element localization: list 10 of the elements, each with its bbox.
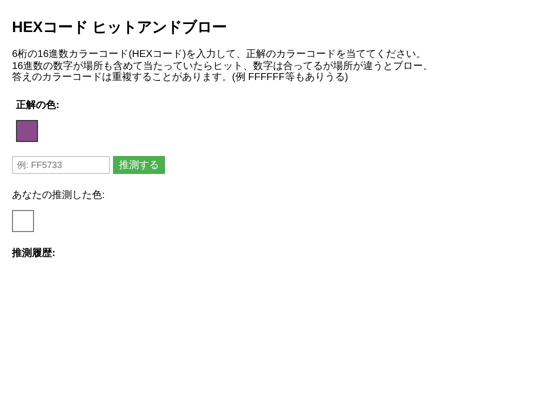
description-text: 答えのカラーコードは重複することがあります。(例 FFFFFF等もありうる)	[12, 72, 350, 84]
description-text: 16進数の数字が場所も含めて当たっていたらヒット、数字は合ってるが場所が違うとブロー。	[12, 60, 434, 72]
guess-color-label: あなたの推測した色:	[12, 188, 106, 202]
guess-button[interactable]: 推測する	[113, 156, 165, 174]
history-label: 推測履歴:	[12, 246, 56, 260]
description-text: 6桁の16進数カラーコード(HEXコード)を入力して、正解のカラーコードを当ててください。	[12, 49, 427, 60]
hex-input-field[interactable]: 例: FF5733	[12, 156, 110, 174]
guess-color-swatch	[12, 210, 34, 232]
answer-label: 正解の色:	[16, 98, 60, 112]
page-title: HEXコード ヒットアンドブロー	[12, 18, 228, 37]
